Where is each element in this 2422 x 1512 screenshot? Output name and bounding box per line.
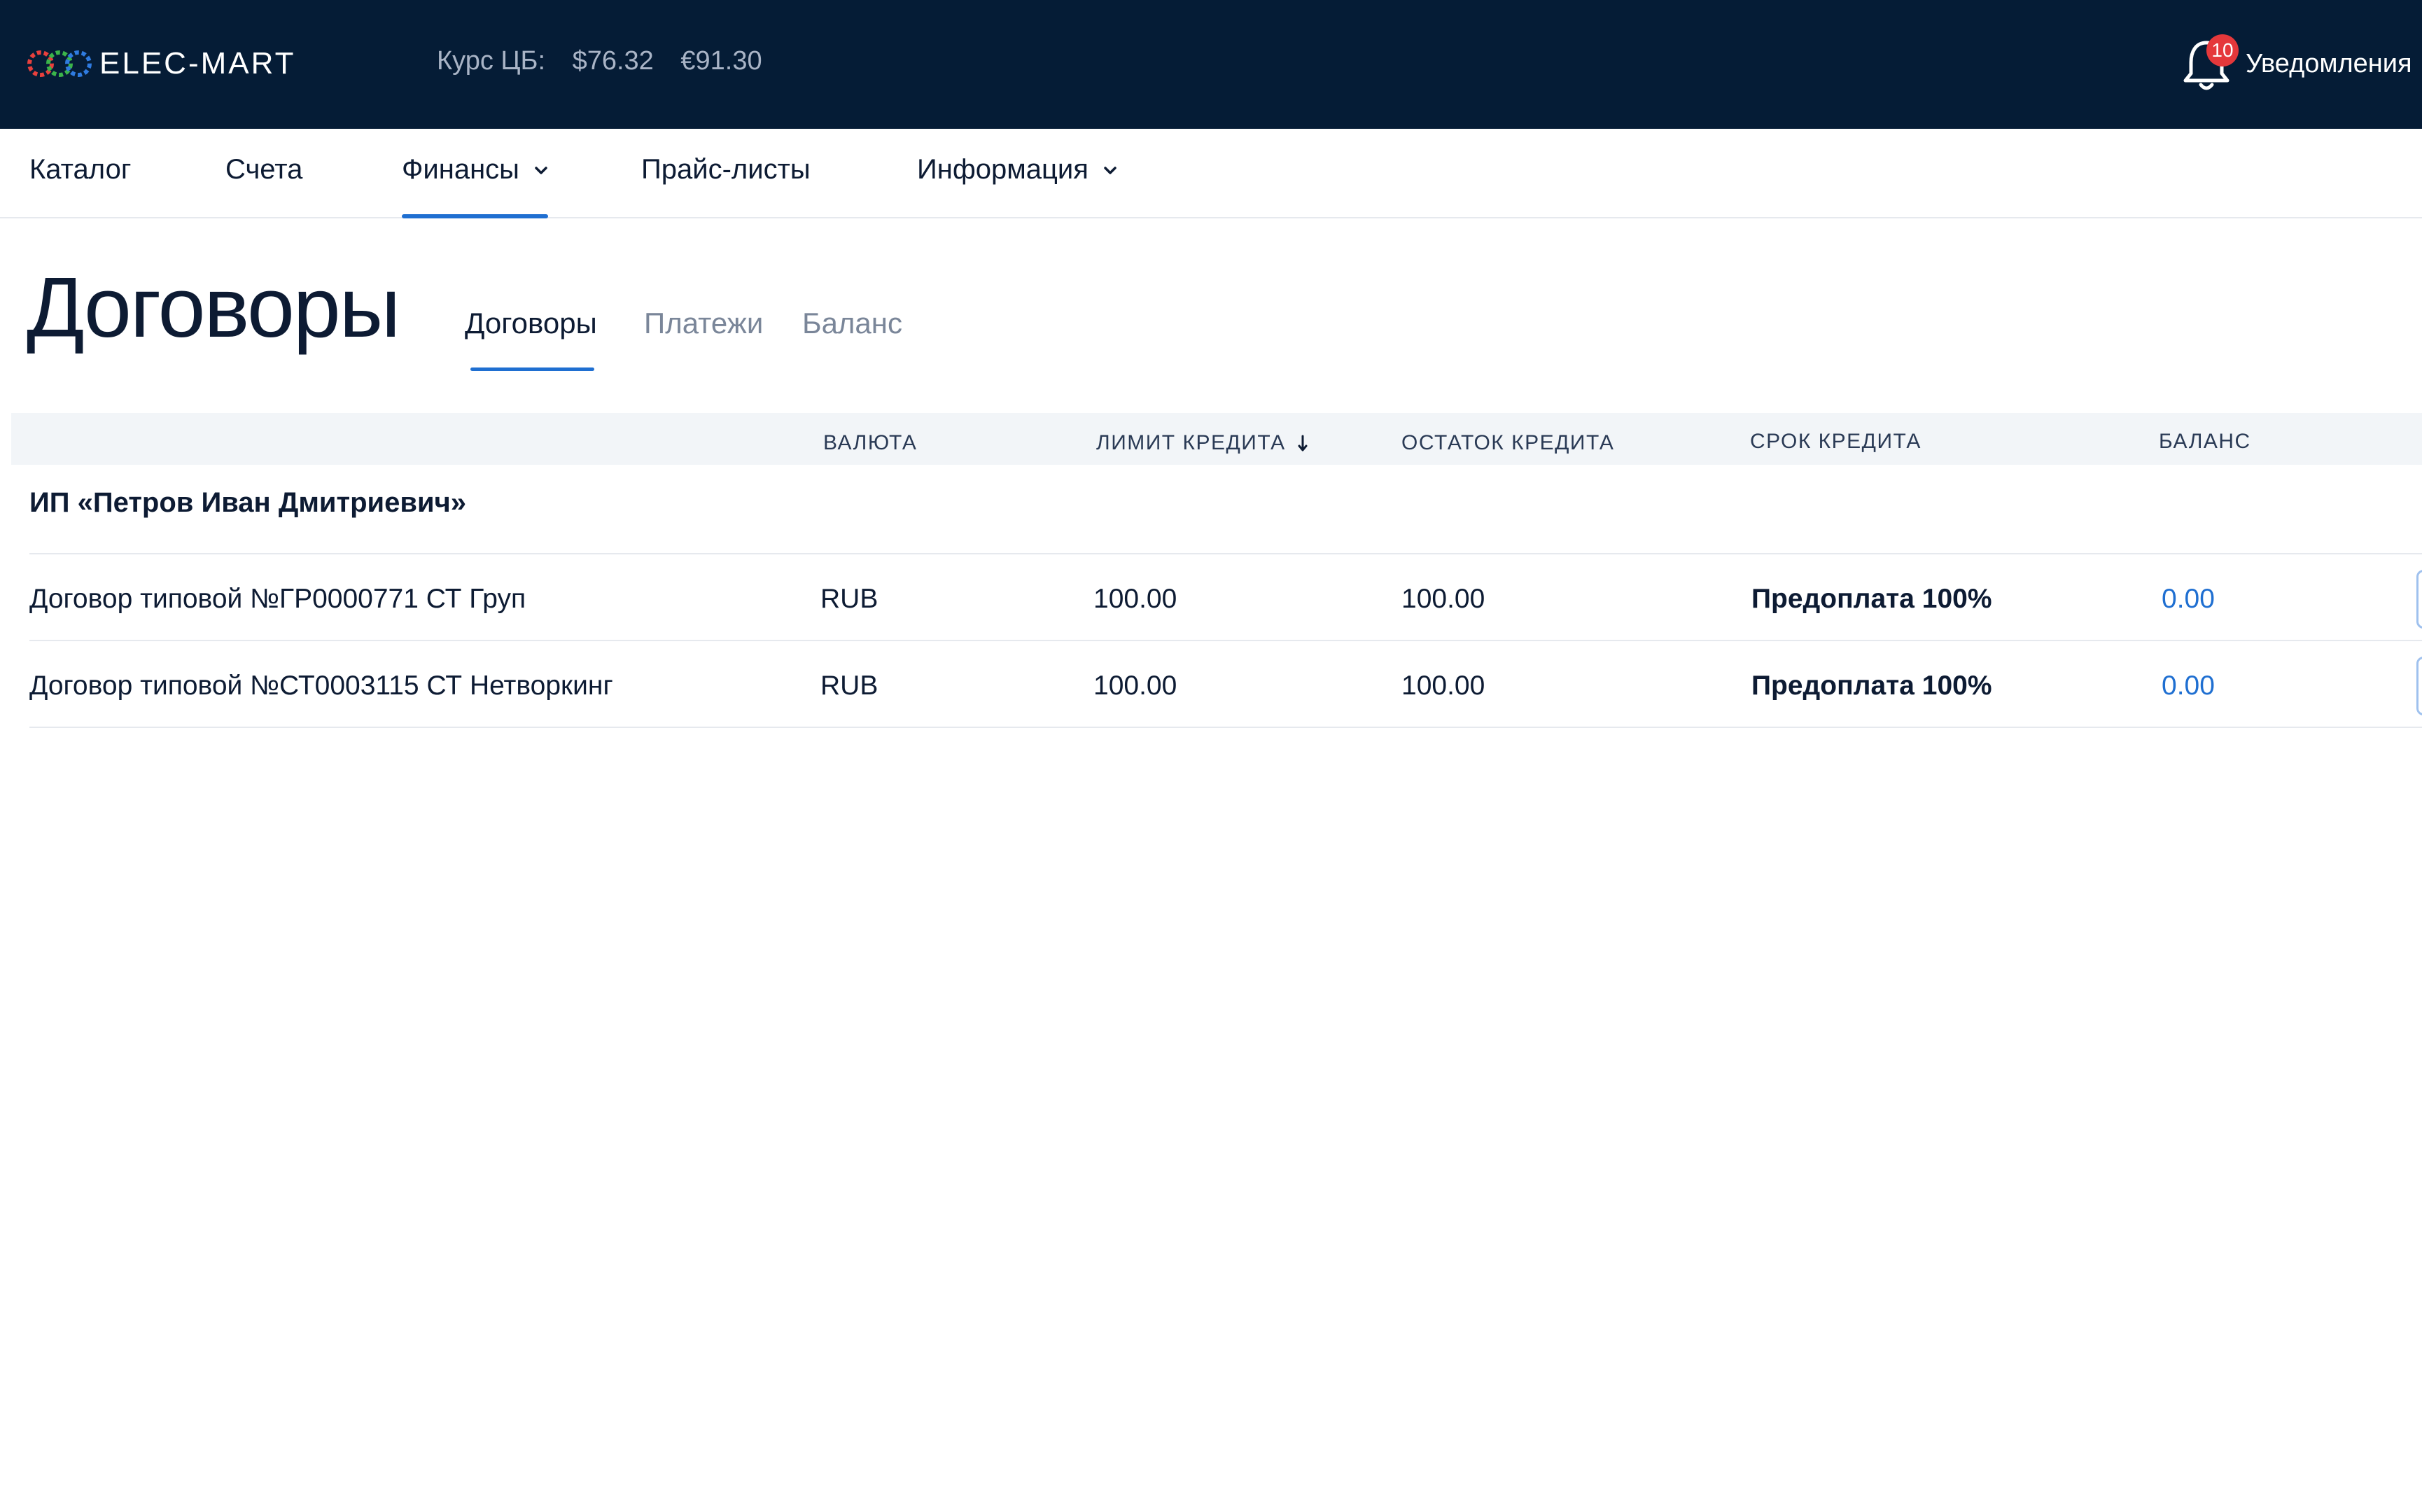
column-header-label: ОСТАТОК КРЕДИТА (1401, 431, 1615, 454)
table-header: ВАЛЮТА ЛИМИТ КРЕДИТА ОСТАТОК КРЕДИТА СРО… (11, 413, 2422, 465)
column-header-balance[interactable]: БАЛАНС (2159, 430, 2251, 454)
column-header-currency[interactable]: ВАЛЮТА (823, 431, 917, 455)
top-bar: ELEC-MART Курс ЦБ: $76.32 €91.30 10 Увед… (0, 0, 2422, 129)
notifications-badge: 10 (2206, 34, 2239, 66)
rates-label: Курс ЦБ: (437, 46, 546, 76)
tab-balance[interactable]: Баланс (802, 307, 902, 371)
nav-item-label: Счета (225, 154, 303, 185)
balance-link[interactable]: 0.00 (2162, 584, 2215, 615)
nav-item-price-lists[interactable]: Прайс-листы (641, 154, 811, 218)
sort-down-arrow-icon (1298, 435, 1308, 451)
nav-item-label: Информация (917, 154, 1088, 185)
credit-remaining-cell: 100.00 (1401, 671, 1485, 701)
currency-cell: RUB (820, 671, 878, 701)
row-action-button[interactable] (2416, 657, 2422, 715)
table-row[interactable]: Договор типовой №СТ0003115 СТ Нетворкинг… (0, 641, 2422, 727)
column-header-label: ВАЛЮТА (823, 431, 918, 454)
credit-term-cell: Предоплата 100% (1751, 671, 1992, 701)
credit-remaining-cell: 100.00 (1401, 584, 1485, 614)
row-divider (29, 727, 2422, 728)
eur-rate: €91.30 (680, 46, 762, 76)
logo[interactable]: ELEC-MART (25, 41, 295, 87)
nav-item-label: Прайс-листы (641, 154, 811, 185)
bell-icon: 10 (2181, 34, 2239, 93)
tab-payments[interactable]: Платежи (644, 307, 763, 371)
tab-contracts[interactable]: Договоры (465, 307, 597, 371)
column-header-credit-limit[interactable]: ЛИМИТ КРЕДИТА (1096, 431, 1308, 455)
tab-label: Договоры (465, 307, 597, 340)
logo-gears-icon (27, 50, 92, 77)
nav-item-catalog[interactable]: Каталог (29, 154, 131, 218)
column-header-label: ЛИМИТ КРЕДИТА (1096, 431, 1286, 454)
column-header-credit-term[interactable]: СРОК КРЕДИТА (1750, 430, 1921, 454)
column-header-label: СРОК КРЕДИТА (1750, 430, 1921, 453)
table-group-header: ИП «Петров Иван Дмитриевич» (29, 487, 467, 518)
usd-rate: $76.32 (572, 46, 654, 76)
exchange-rates: Курс ЦБ: $76.32 €91.30 (437, 46, 782, 76)
nav-item-label: Финансы (402, 154, 519, 185)
nav-item-finance[interactable]: Финансы (402, 154, 549, 218)
contract-name[interactable]: Договор типовой №ГР0000771 СТ Груп (29, 584, 526, 615)
credit-term-cell: Предоплата 100% (1751, 584, 1992, 614)
column-header-label: БАЛАНС (2159, 430, 2251, 453)
notifications-button[interactable]: 10 Уведомления (2181, 32, 2412, 95)
contract-name[interactable]: Договор типовой №СТ0003115 СТ Нетворкинг (29, 671, 613, 701)
tab-label: Платежи (644, 307, 764, 340)
tab-label: Баланс (802, 307, 902, 340)
column-header-credit-remaining[interactable]: ОСТАТОК КРЕДИТА (1401, 431, 1614, 455)
credit-limit-cell: 100.00 (1093, 671, 1177, 701)
nav-item-information[interactable]: Информация (917, 154, 1117, 218)
notifications-label: Уведомления (2246, 48, 2412, 78)
chevron-down-icon (535, 167, 547, 175)
row-action-button[interactable] (2416, 570, 2422, 629)
credit-limit-cell: 100.00 (1093, 584, 1177, 614)
logo-text: ELEC-MART (99, 46, 296, 80)
table-row[interactable]: Договор типовой №ГР0000771 СТ Груп RUB 1… (0, 554, 2422, 640)
nav-item-label: Каталог (29, 154, 132, 185)
currency-cell: RUB (820, 584, 878, 614)
page-title: Договоры (27, 260, 400, 355)
balance-link[interactable]: 0.00 (2162, 671, 2215, 701)
chevron-down-icon (1104, 167, 1116, 175)
nav-item-invoices[interactable]: Счета (225, 154, 302, 218)
main-nav: Каталог Счета Финансы Прайс-листы Информ… (0, 129, 2422, 218)
